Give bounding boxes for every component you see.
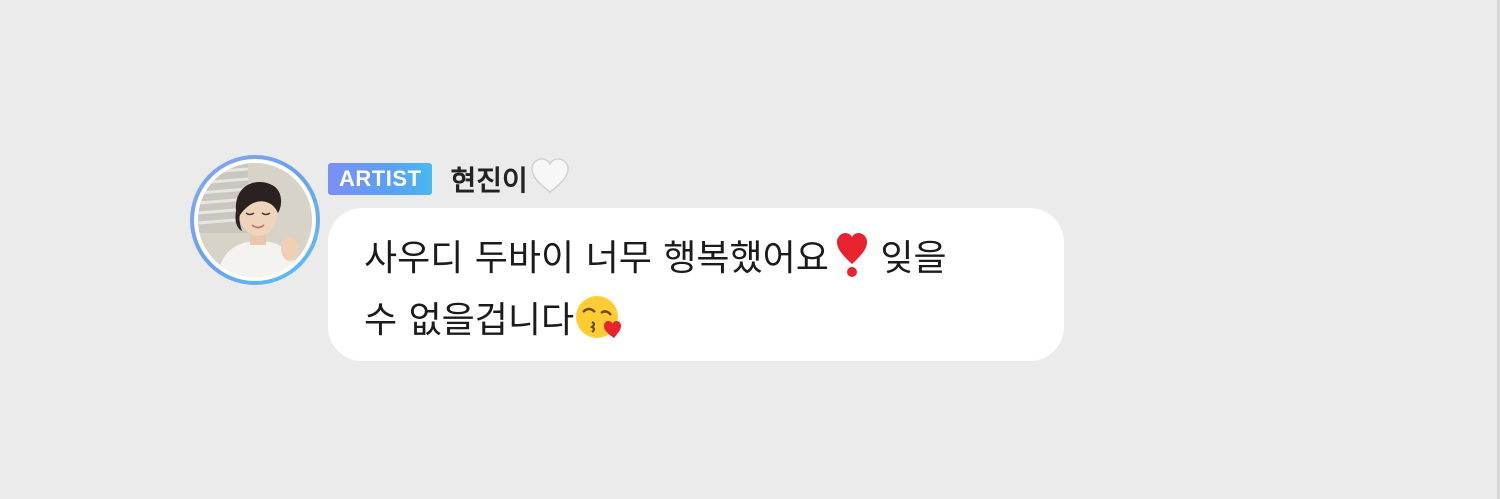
white-heart-icon [530, 157, 570, 202]
avatar[interactable] [190, 155, 320, 285]
message-text-line1-end: 잊을 [868, 238, 947, 279]
username[interactable]: 현진이 [450, 157, 569, 202]
heart-exclamation-icon [835, 232, 869, 294]
message-text-line1: 사우디 두바이 너무 행복했어요 [364, 238, 829, 279]
artist-badge: ARTIST [328, 163, 433, 195]
avatar-photo [198, 163, 312, 277]
message-bubble[interactable]: 사우디 두바이 너무 행복했어요 잊을 수 없을겁니다 [328, 208, 1064, 361]
message-text: 사우디 두바이 너무 행복했어요 잊을 수 없을겁니다 [364, 232, 1028, 356]
message-header: ARTIST 현진이 [328, 157, 570, 202]
message-text-line2: 수 없을겁니다 [364, 300, 575, 341]
chat-message: ARTIST 현진이 사우디 두바이 너무 행복했어요 잊을 수 없을겁니다 [190, 155, 1090, 375]
username-label: 현진이 [450, 164, 528, 197]
kissing-face-icon [574, 294, 624, 356]
